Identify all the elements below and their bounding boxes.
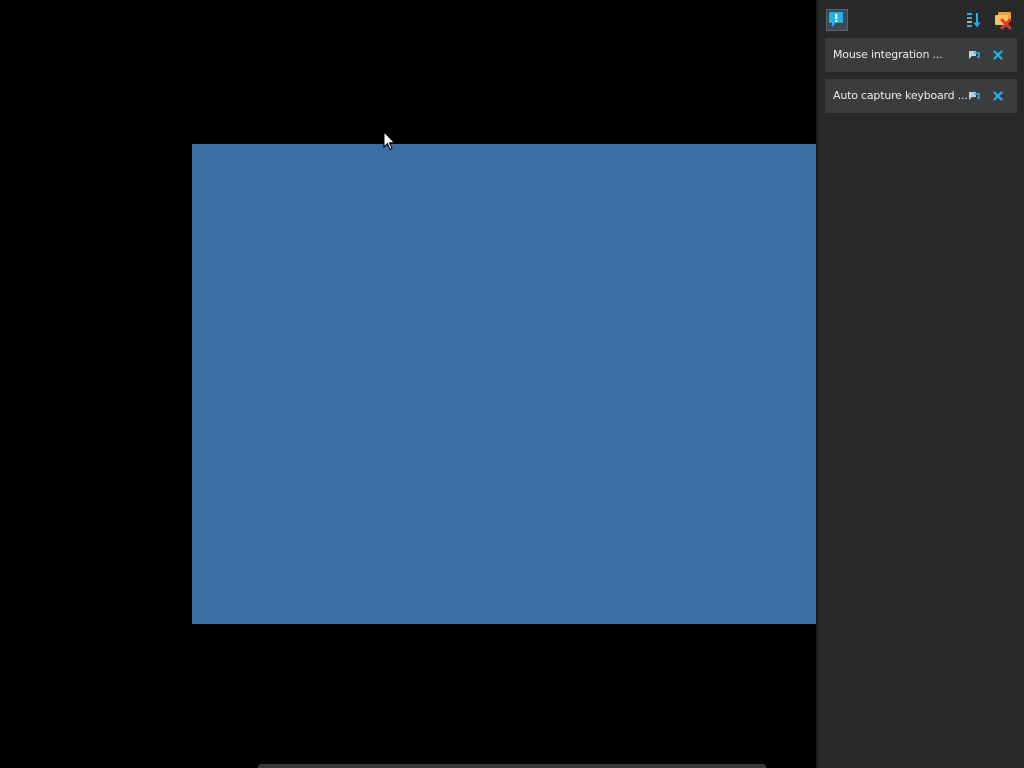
pin-icon[interactable] bbox=[967, 48, 981, 62]
notification-text: Auto capture keyboard ... bbox=[833, 89, 968, 102]
mouse-cursor-icon bbox=[383, 131, 396, 151]
notification-text: Mouse integration ... bbox=[833, 48, 943, 61]
mini-toolbar-handle[interactable] bbox=[258, 764, 766, 768]
pin-icon[interactable] bbox=[967, 89, 981, 103]
notification-center: Mouse integration ... Auto capture keybo… bbox=[816, 0, 1024, 768]
notification-item[interactable]: Mouse integration ... bbox=[825, 38, 1017, 72]
close-icon[interactable] bbox=[991, 89, 1005, 103]
guest-display[interactable] bbox=[192, 144, 816, 624]
close-icon[interactable] bbox=[991, 48, 1005, 62]
info-icon[interactable] bbox=[826, 9, 848, 31]
clear-all-icon[interactable] bbox=[992, 10, 1014, 32]
notification-item[interactable]: Auto capture keyboard ... bbox=[825, 79, 1017, 113]
sort-icon[interactable] bbox=[964, 10, 986, 32]
notification-toolbar bbox=[818, 0, 1024, 36]
